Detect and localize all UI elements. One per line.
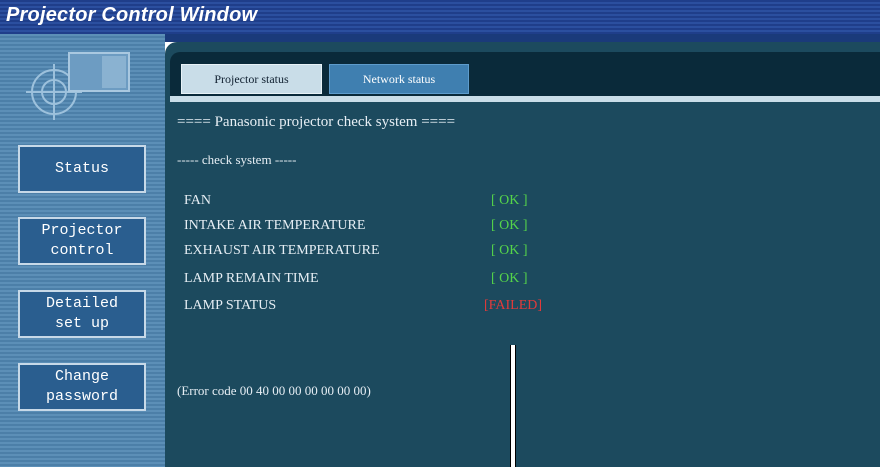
check-status-exhaust: [ OK ] [491, 243, 528, 258]
check-status-intake: [ OK ] [491, 218, 528, 233]
tab-label: Network status [362, 71, 436, 86]
projector-logo-icon [26, 52, 130, 120]
check-status-lamp-remain: [ OK ] [491, 271, 528, 286]
sidebar-item-detailed-setup[interactable]: Detailed set up [18, 290, 146, 338]
tab-projector-status[interactable]: Projector status [181, 64, 322, 94]
check-label-lamp-remain: LAMP REMAIN TIME [184, 271, 319, 286]
error-code: (Error code 00 40 00 00 00 00 00 00) [177, 383, 371, 398]
sidebar-item-label: Change password [45, 368, 118, 405]
sidebar-item-label: Status [54, 160, 109, 177]
sidebar-item-projector-control[interactable]: Projector control [18, 217, 146, 265]
check-status-lamp-status: [FAILED] [484, 298, 543, 313]
check-label-lamp-status: LAMP STATUS [184, 298, 277, 313]
page-heading: ==== Panasonic projector check system ==… [177, 114, 456, 130]
sidebar-item-label: Projector control [41, 222, 123, 259]
check-status-fan: [ OK ] [491, 193, 528, 208]
sidebar-item-status[interactable]: Status [18, 145, 146, 193]
window-title: Projector Control Window [6, 4, 258, 26]
resize-handle[interactable] [510, 345, 516, 467]
sidebar-item-change-password[interactable]: Change password [18, 363, 146, 411]
tab-label: Projector status [214, 71, 289, 86]
title-bar: Projector Control Window [0, 0, 880, 35]
check-label-fan: FAN [184, 193, 211, 208]
section-heading: ----- check system ----- [177, 152, 297, 167]
tab-network-status[interactable]: Network status [329, 64, 469, 94]
tab-underline [170, 96, 880, 102]
sidebar-item-label: Detailed set up [45, 295, 118, 332]
check-label-intake: INTAKE AIR TEMPERATURE [184, 218, 366, 233]
check-label-exhaust: EXHAUST AIR TEMPERATURE [184, 243, 380, 258]
